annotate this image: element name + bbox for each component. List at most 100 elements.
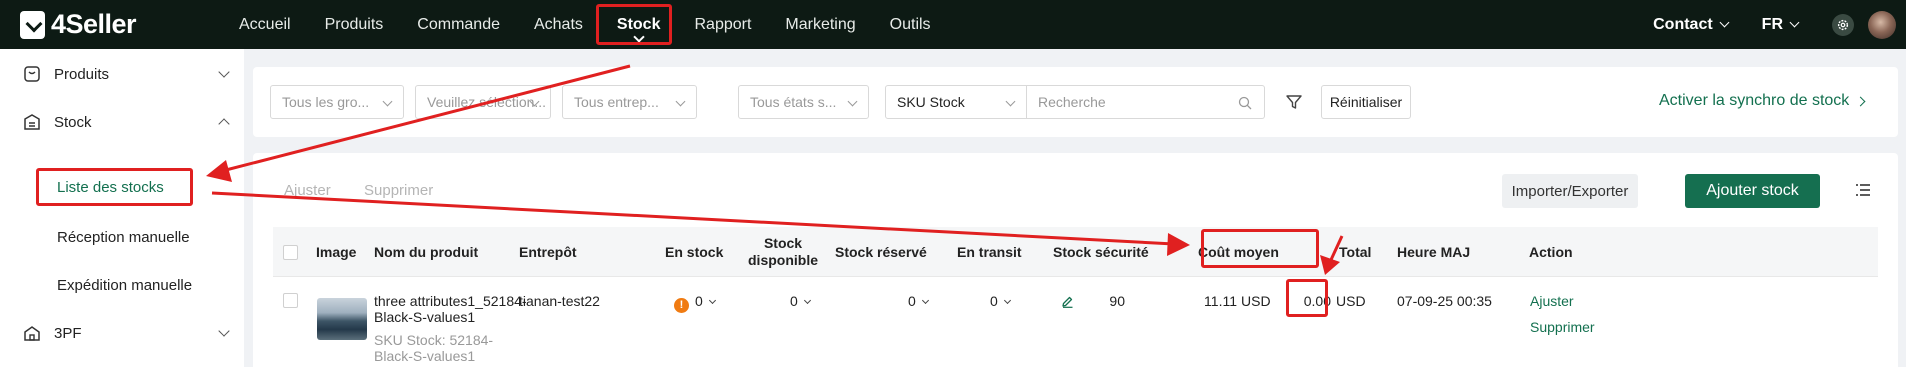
product-thumbnail[interactable]: [317, 298, 367, 340]
chevron-down-icon: [1005, 96, 1016, 107]
chevron-down-icon: [1789, 17, 1800, 28]
warning-icon: !: [674, 297, 689, 313]
search-placeholder: Recherche: [1038, 94, 1106, 110]
delete-bulk-button[interactable]: Supprimer: [364, 182, 433, 199]
total-value: 0.00: [1303, 293, 1331, 309]
header-available: Stock disponible: [741, 235, 825, 269]
chevron-down-icon: [847, 96, 858, 107]
contact-label: Contact: [1653, 15, 1713, 33]
warehouse-cell: tianan-test22: [519, 293, 600, 309]
chevron-right-icon: [1855, 96, 1866, 106]
chevron-down-icon: [382, 96, 393, 107]
chevron-up-icon: [218, 118, 230, 130]
in-stock-value: 0: [695, 293, 703, 309]
header-avg-cost: Coût moyen: [1198, 244, 1279, 260]
state-select[interactable]: Tous états s...: [738, 85, 869, 119]
sidebar-group-3pf[interactable]: 3PF: [22, 321, 230, 345]
header-warehouse: Entrepôt: [519, 244, 577, 260]
group-select[interactable]: Tous les gro...: [270, 85, 404, 119]
import-export-button[interactable]: Importer/Exporter: [1502, 174, 1638, 208]
main-nav: Accueil Produits Commande Achats Stock R…: [222, 0, 948, 49]
search-type-select[interactable]: SKU Stock: [885, 85, 1027, 119]
header-updated: Heure MAJ: [1397, 244, 1471, 260]
nav-item-achats[interactable]: Achats: [517, 0, 600, 49]
product-name-line2: Black-S-values1: [374, 309, 476, 325]
contact-menu[interactable]: Contact: [1653, 15, 1730, 34]
logo-text: 4Seller: [51, 9, 137, 39]
product-name[interactable]: three attributes1_52184- Black-S-values1: [374, 293, 527, 325]
generic-select[interactable]: Veuillez sélection...: [415, 85, 551, 119]
table-header: Image Nom du produit Entrepôt En stock S…: [273, 227, 1878, 277]
chevron-down-icon: [708, 296, 716, 305]
gear-icon[interactable]: [1832, 13, 1854, 36]
header-safety-stock: Stock sécurité: [1053, 244, 1149, 260]
sidebar-group-label: Produits: [54, 65, 110, 83]
search-icon: [1238, 96, 1252, 110]
adjust-bulk-button[interactable]: Ajuster: [284, 182, 331, 199]
safety-stock-value: 90: [1109, 293, 1125, 309]
product-sku-line1: SKU Stock: 52184-: [374, 332, 494, 348]
nav-item-marketing[interactable]: Marketing: [768, 0, 872, 49]
updated-cell: 07-09-25 00:35: [1397, 293, 1492, 309]
row-checkbox[interactable]: [283, 293, 298, 308]
warehouse-select-placeholder: Tous entrep...: [574, 94, 659, 110]
product-sku: SKU Stock: 52184- Black-S-values1: [374, 332, 493, 364]
sidebar-item-liste-des-stocks[interactable]: Liste des stocks: [57, 179, 164, 196]
available-value: 0: [790, 293, 798, 309]
sync-stock-label: Activer la synchro de stock: [1659, 92, 1850, 109]
select-all-checkbox[interactable]: [283, 245, 298, 260]
column-settings-icon[interactable]: [1855, 183, 1871, 197]
nav-item-produits[interactable]: Produits: [308, 0, 401, 49]
search-type-value: SKU Stock: [897, 94, 965, 110]
in-stock-cell[interactable]: ! 0: [674, 293, 716, 313]
in-transit-value: 0: [990, 293, 998, 309]
sidebar-group-stock[interactable]: Stock: [22, 110, 230, 134]
reserved-cell[interactable]: 0: [908, 293, 929, 309]
add-stock-button[interactable]: Ajouter stock: [1685, 174, 1820, 208]
chevron-down-icon: [921, 296, 929, 305]
nav-item-accueil[interactable]: Accueil: [222, 0, 308, 49]
header-available-line2: disponible: [748, 252, 818, 268]
search-input[interactable]: Recherche: [1027, 85, 1265, 119]
header-action: Action: [1529, 244, 1573, 260]
sidebar-item-reception-manuelle[interactable]: Réception manuelle: [57, 229, 190, 246]
reserved-value: 0: [908, 293, 916, 309]
reset-button[interactable]: Réinitialiser: [1321, 85, 1411, 119]
chevron-down-icon: [218, 325, 230, 337]
sync-stock-link[interactable]: Activer la synchro de stock: [1659, 92, 1866, 110]
header-in-stock: En stock: [665, 244, 724, 260]
header-reserved: Stock réservé: [835, 244, 927, 260]
nav-item-outils[interactable]: Outils: [873, 0, 948, 49]
row-adjust-link[interactable]: Ajuster: [1530, 293, 1574, 309]
available-cell[interactable]: 0: [790, 293, 811, 309]
avg-cost-currency: USD: [1241, 293, 1271, 309]
sidebar-group-produits[interactable]: Produits: [22, 62, 230, 86]
sidebar-group-label: Stock: [54, 113, 92, 131]
sidebar-item-expedition-manuelle[interactable]: Expédition manuelle: [57, 277, 192, 294]
language-label: FR: [1761, 15, 1783, 33]
header-total: Total: [1339, 244, 1372, 260]
warehouse-select[interactable]: Tous entrep...: [562, 85, 697, 119]
chevron-down-icon: [218, 66, 230, 78]
product-box-icon: [22, 64, 42, 84]
stock-icon: [22, 112, 42, 132]
row-delete-link[interactable]: Supprimer: [1530, 319, 1595, 335]
state-select-placeholder: Tous états s...: [750, 94, 837, 110]
nav-item-commande[interactable]: Commande: [400, 0, 517, 49]
language-menu[interactable]: FR: [1761, 15, 1800, 34]
nav-item-stock[interactable]: Stock: [600, 0, 678, 49]
sidebar-group-label: 3PF: [54, 324, 82, 342]
filter-bar: Tous les gro... Veuillez sélection... To…: [253, 67, 1898, 137]
header-image: Image: [316, 244, 357, 260]
edit-icon[interactable]: [1061, 295, 1074, 308]
app-logo[interactable]: 4Seller: [20, 9, 202, 40]
filter-icon[interactable]: [1285, 93, 1303, 111]
avatar[interactable]: [1868, 10, 1896, 39]
generic-select-placeholder: Veuillez sélection...: [427, 94, 547, 110]
product-name-line1: three attributes1_52184-: [374, 293, 527, 309]
chevron-down-icon: [1003, 296, 1011, 305]
top-navigation-bar: 4Seller Accueil Produits Commande Achats…: [0, 0, 1906, 49]
nav-item-rapport[interactable]: Rapport: [677, 0, 768, 49]
header-available-line1: Stock: [763, 235, 803, 251]
in-transit-cell[interactable]: 0: [990, 293, 1011, 309]
